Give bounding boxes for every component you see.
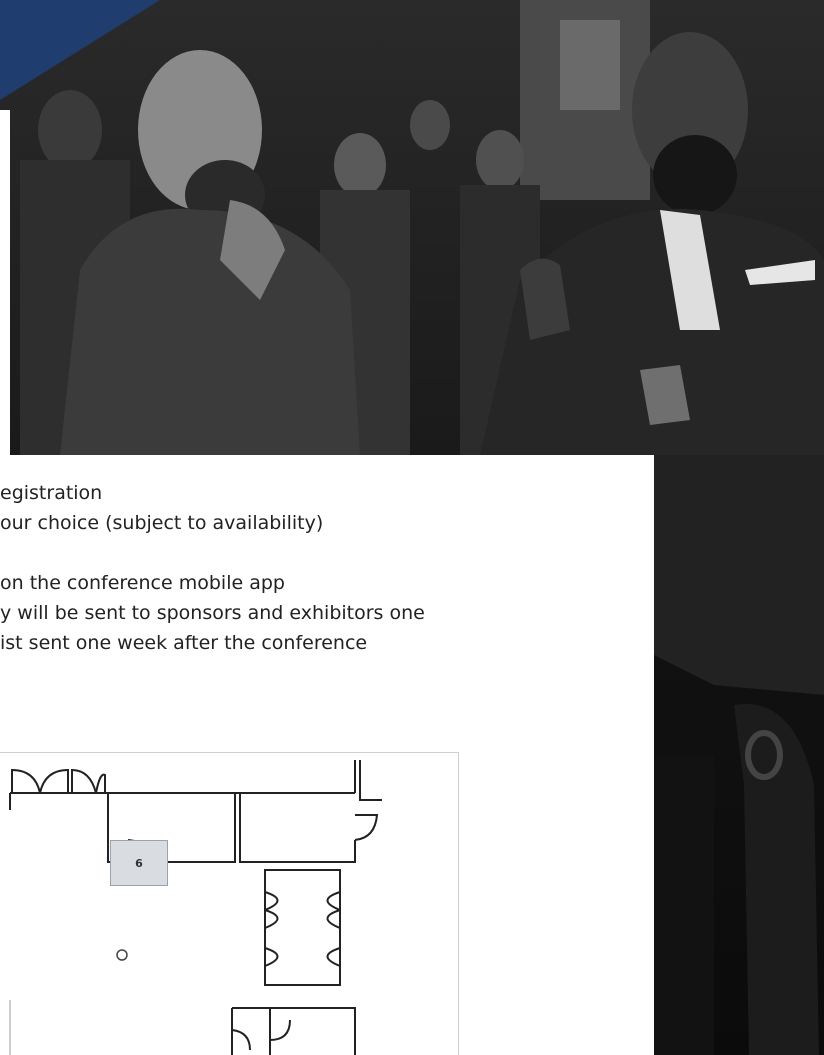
list-item xyxy=(0,538,650,568)
photo-left-edge xyxy=(0,110,10,455)
event-photo-continuation xyxy=(654,455,824,1055)
list-item: ist sent one week after the conference xyxy=(0,632,368,654)
booth-6[interactable]: 6 xyxy=(110,840,168,886)
list-item: our choice (subject to availability) xyxy=(0,512,324,534)
event-photo xyxy=(0,0,824,455)
benefits-list: egistration our choice (subject to avail… xyxy=(0,478,650,658)
list-item: on the conference mobile app xyxy=(0,572,285,594)
photo-illustration-lower xyxy=(654,455,824,1055)
brand-corner-tab xyxy=(0,0,160,100)
booth-label: 6 xyxy=(135,856,143,870)
floor-plan xyxy=(0,752,459,1055)
list-item: egistration xyxy=(0,482,103,504)
list-item: y will be sent to sponsors and exhibitor… xyxy=(0,602,425,624)
